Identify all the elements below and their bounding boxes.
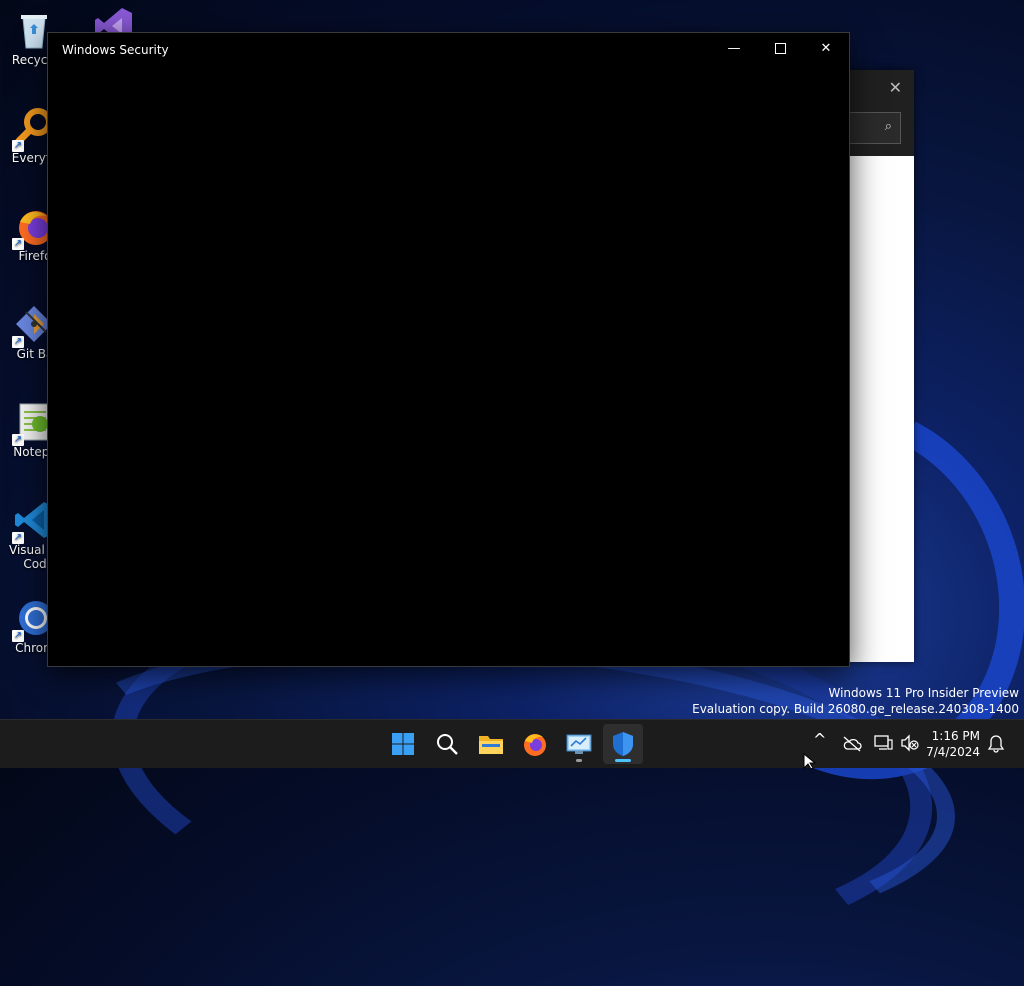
window-title: Windows Security xyxy=(62,43,169,57)
windows-security-window[interactable]: Windows Security — ✕ xyxy=(47,32,850,667)
time-text: 1:16 PM xyxy=(931,729,980,743)
clock[interactable]: 1:16 PM 7/4/2024 xyxy=(926,728,980,760)
shortcut-arrow-icon: ↗ xyxy=(12,140,24,152)
shortcut-arrow-icon: ↗ xyxy=(12,630,24,642)
evaluation-watermark: Windows 11 Pro Insider Preview Evaluatio… xyxy=(692,685,1019,717)
onedrive-icon[interactable] xyxy=(842,735,862,753)
system-tray: ^ 1:16 PM 7/4/2024 xyxy=(0,720,1024,768)
window-content xyxy=(48,67,849,666)
maximize-icon xyxy=(774,43,786,54)
shortcut-arrow-icon: ↗ xyxy=(12,532,24,544)
shortcut-arrow-icon: ↗ xyxy=(12,336,24,348)
close-icon[interactable]: ✕ xyxy=(889,78,902,97)
show-hidden-icons-button[interactable]: ^ xyxy=(813,730,826,749)
close-button[interactable]: ✕ xyxy=(803,33,849,65)
volume-muted-icon[interactable] xyxy=(900,734,920,752)
date-text: 7/4/2024 xyxy=(926,745,980,759)
maximize-button[interactable] xyxy=(757,33,803,65)
network-icon[interactable] xyxy=(873,734,893,752)
close-icon: ✕ xyxy=(820,41,832,56)
search-icon: ⌕ xyxy=(884,119,892,134)
mouse-cursor-icon xyxy=(803,753,817,769)
shortcut-arrow-icon: ↗ xyxy=(12,434,24,446)
notification-bell-icon[interactable] xyxy=(988,735,1004,753)
minimize-button[interactable]: — xyxy=(711,33,757,65)
watermark-line: Evaluation copy. Build 26080.ge_release.… xyxy=(692,702,1019,716)
watermark-line: Windows 11 Pro Insider Preview xyxy=(828,686,1019,700)
taskbar: ^ 1:16 PM 7/4/2024 xyxy=(0,719,1024,768)
title-bar[interactable]: Windows Security — ✕ xyxy=(48,33,849,67)
minimize-icon: — xyxy=(727,41,741,56)
shortcut-arrow-icon: ↗ xyxy=(12,238,24,250)
